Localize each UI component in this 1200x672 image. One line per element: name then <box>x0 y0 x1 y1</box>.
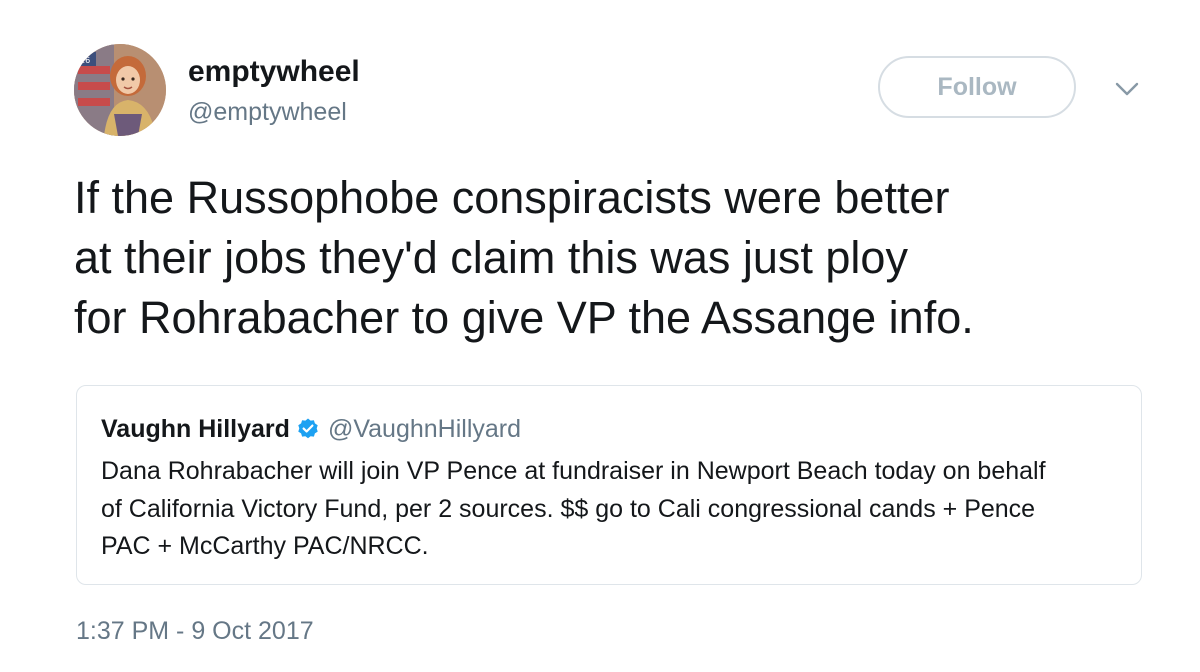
tweet-timestamp[interactable]: 1:37 PM - 9 Oct 2017 <box>76 616 314 646</box>
quoted-author-handle: @VaughnHillyard <box>327 415 522 443</box>
quoted-tweet-header: Vaughn Hillyard @VaughnHillyard <box>101 414 521 444</box>
quoted-author-name: Vaughn Hillyard <box>101 415 290 443</box>
author-handle[interactable]: @emptywheel <box>188 97 347 127</box>
follow-button[interactable]: Follow <box>878 56 1076 118</box>
verified-badge-icon <box>298 418 318 439</box>
quoted-tweet-text: Dana Rohrabacher will join VP Pence at f… <box>101 457 1046 560</box>
quoted-tweet-card[interactable]: Vaughn Hillyard @VaughnHillyard Dana Roh… <box>76 385 1142 585</box>
tweet-text: If the Russophobe conspiracists were bet… <box>74 172 974 343</box>
svg-text:16: 16 <box>80 56 90 65</box>
profile-photo: 16 <box>74 44 166 136</box>
avatar[interactable]: 16 <box>74 44 166 136</box>
chevron-down-icon[interactable] <box>1114 80 1140 98</box>
author-display-name[interactable]: emptywheel <box>188 54 360 90</box>
